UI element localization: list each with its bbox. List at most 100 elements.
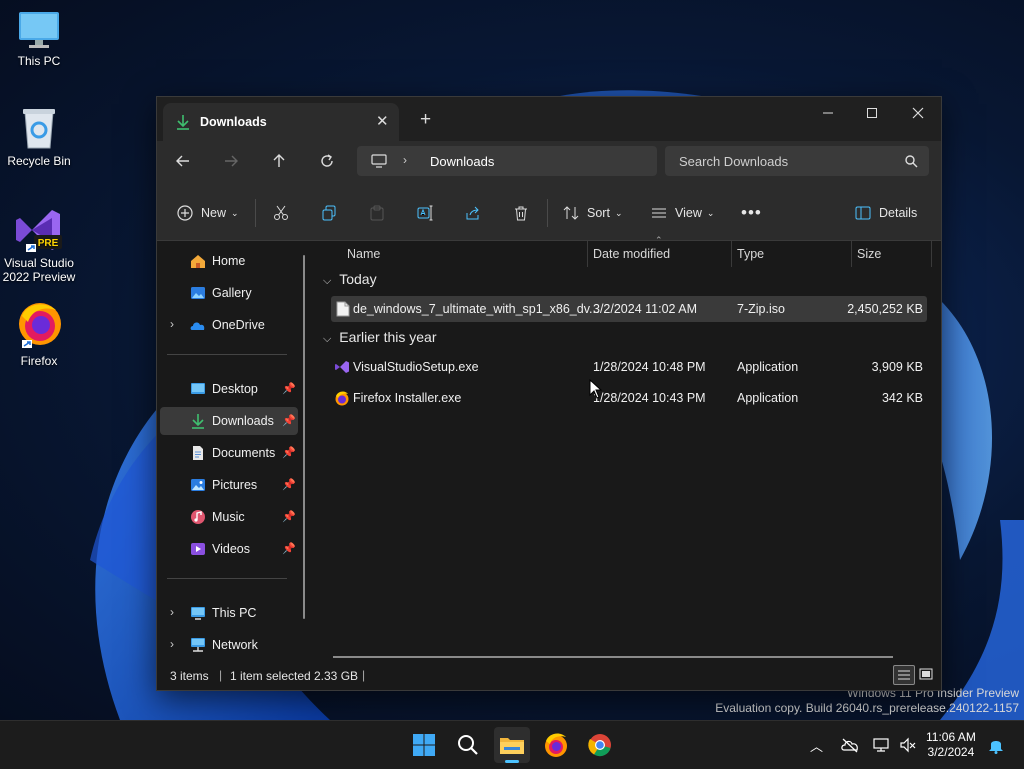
column-header-size[interactable]: Size (857, 241, 927, 267)
sort-indicator-icon: ⌃ (655, 235, 663, 245)
copy-button[interactable] (321, 202, 337, 224)
pin-icon[interactable]: 📌 (282, 542, 296, 555)
speaker-muted-icon[interactable] (899, 737, 917, 753)
more-options-button[interactable]: ••• (741, 202, 762, 224)
column-separator[interactable] (587, 241, 588, 267)
details-pane-button[interactable]: Details (855, 202, 917, 224)
start-button[interactable] (406, 727, 442, 763)
details-view-button[interactable] (893, 665, 915, 685)
recycle-bin-icon (23, 109, 55, 149)
plus-circle-icon (177, 205, 193, 221)
maximize-icon (867, 108, 877, 118)
close-tab-icon[interactable]: ✕ (376, 112, 389, 130)
system-clock[interactable]: 11:06 AM 3/2/2024 (926, 730, 976, 760)
sidebar-item-documents[interactable]: Documents 📌 (160, 439, 298, 467)
column-header-name[interactable]: Name (345, 241, 575, 267)
chevron-up-icon[interactable]: ︿ (810, 736, 823, 755)
arrow-right-icon (225, 155, 238, 167)
file-list: Name ⌃ Date modified Type Size ⌵ Today d… (315, 235, 941, 661)
column-header-type[interactable]: Type (737, 241, 847, 267)
table-row[interactable]: de_windows_7_ultimate_with_sp1_x86_dv...… (331, 296, 927, 322)
chevron-right-icon[interactable]: › (170, 605, 174, 619)
new-button[interactable]: New ⌄ (177, 202, 239, 224)
delete-button[interactable] (513, 202, 529, 224)
file-size: 2,450,252 KB (847, 302, 923, 316)
pin-icon[interactable]: 📌 (282, 382, 296, 395)
sidebar-item-pictures[interactable]: Pictures 📌 (160, 471, 298, 499)
close-window-button[interactable] (895, 103, 941, 122)
column-separator[interactable] (731, 241, 732, 267)
maximize-button[interactable] (849, 103, 895, 122)
paste-button[interactable] (369, 202, 385, 224)
share-button[interactable] (465, 202, 481, 224)
new-tab-button[interactable]: + (420, 110, 431, 129)
arrow-left-icon (176, 155, 189, 167)
notification-bell-icon[interactable] (988, 736, 1004, 754)
firefox-installer-icon (335, 391, 349, 406)
view-button[interactable]: View ⌄ (651, 202, 714, 224)
column-separator[interactable] (931, 241, 932, 267)
sidebar-item-label: Videos (212, 542, 250, 556)
table-row[interactable]: Firefox Installer.exe 1/28/2024 10:43 PM… (331, 385, 927, 411)
tab-downloads[interactable]: Downloads ✕ (163, 103, 399, 141)
active-indicator (505, 760, 519, 763)
breadcrumb-downloads[interactable]: Downloads (430, 154, 494, 169)
taskbar-file-explorer[interactable] (494, 727, 530, 763)
group-header-earlier-this-year[interactable]: ⌵ Earlier this year (323, 329, 437, 346)
navigation-pane-scrollbar[interactable] (303, 255, 305, 619)
this-pc-icon (191, 607, 205, 620)
address-bar[interactable]: › Downloads (357, 146, 657, 176)
sidebar-item-gallery[interactable]: Gallery (160, 279, 298, 307)
sidebar-item-home[interactable]: Home (160, 247, 298, 275)
sidebar-item-label: Pictures (212, 478, 258, 492)
desktop-icon-recycle-bin[interactable]: Recycle Bin (1, 106, 77, 168)
sidebar-item-label: Desktop (212, 382, 258, 396)
search-box[interactable]: Search Downloads (665, 146, 929, 176)
search-button[interactable] (450, 727, 486, 763)
sidebar-item-label: Home (212, 254, 246, 268)
tiles-view-icon (919, 668, 933, 680)
chevron-right-icon[interactable]: › (170, 317, 174, 331)
pin-icon[interactable]: 📌 (282, 478, 296, 491)
column-separator[interactable] (851, 241, 852, 267)
sidebar-item-this-pc[interactable]: › This PC (160, 599, 298, 627)
desktop-icon-visual-studio[interactable]: PRE Visual Studio 2022 Preview (1, 204, 77, 284)
back-button[interactable] (171, 153, 195, 173)
sort-button[interactable]: Sort ⌄ (563, 202, 622, 224)
refresh-button[interactable] (315, 153, 339, 173)
sidebar-item-music[interactable]: Music 📌 (160, 503, 298, 531)
table-row[interactable]: VisualStudioSetup.exe 1/28/2024 10:48 PM… (331, 354, 927, 380)
column-header-date[interactable]: ⌃ Date modified (593, 235, 733, 267)
chevron-right-icon[interactable]: › (403, 153, 407, 167)
desktop-icon-this-pc[interactable]: This PC (1, 10, 77, 68)
sidebar-item-desktop[interactable]: Desktop 📌 (160, 375, 298, 403)
sidebar-item-onedrive[interactable]: › OneDrive (160, 311, 298, 339)
file-date: 1/28/2024 10:48 PM (593, 360, 706, 374)
details-label: Details (879, 206, 918, 220)
network-status-icon[interactable] (873, 737, 891, 753)
rename-button[interactable] (417, 202, 433, 224)
sidebar-item-network[interactable]: › Network (160, 631, 298, 659)
minimize-button[interactable] (805, 103, 851, 122)
watermark-line-2: Evaluation copy. Build 26040.rs_prerelea… (715, 701, 1019, 715)
group-header-today[interactable]: ⌵ Today (323, 271, 377, 288)
tab-title: Downloads (200, 115, 267, 129)
forward-button[interactable] (219, 153, 243, 173)
pin-icon[interactable]: 📌 (282, 510, 296, 523)
pin-icon[interactable]: 📌 (282, 414, 296, 427)
sidebar-item-downloads[interactable]: Downloads 📌 (160, 407, 298, 435)
desktop-icon-firefox[interactable]: Firefox (1, 300, 77, 368)
onedrive-offline-icon[interactable] (841, 737, 859, 753)
tiles-view-button[interactable] (916, 665, 936, 683)
horizontal-scrollbar[interactable] (333, 656, 893, 658)
file-type: Application (737, 360, 799, 374)
up-button[interactable] (267, 153, 291, 173)
sidebar-item-videos[interactable]: Videos 📌 (160, 535, 298, 563)
pin-icon[interactable]: 📌 (282, 446, 296, 459)
arrow-up-icon (273, 154, 285, 167)
chevron-right-icon[interactable]: › (170, 637, 174, 651)
sidebar-item-label: Network (212, 638, 258, 652)
taskbar-chrome[interactable] (582, 727, 618, 763)
taskbar-firefox[interactable] (538, 727, 574, 763)
cut-button[interactable] (273, 202, 289, 224)
